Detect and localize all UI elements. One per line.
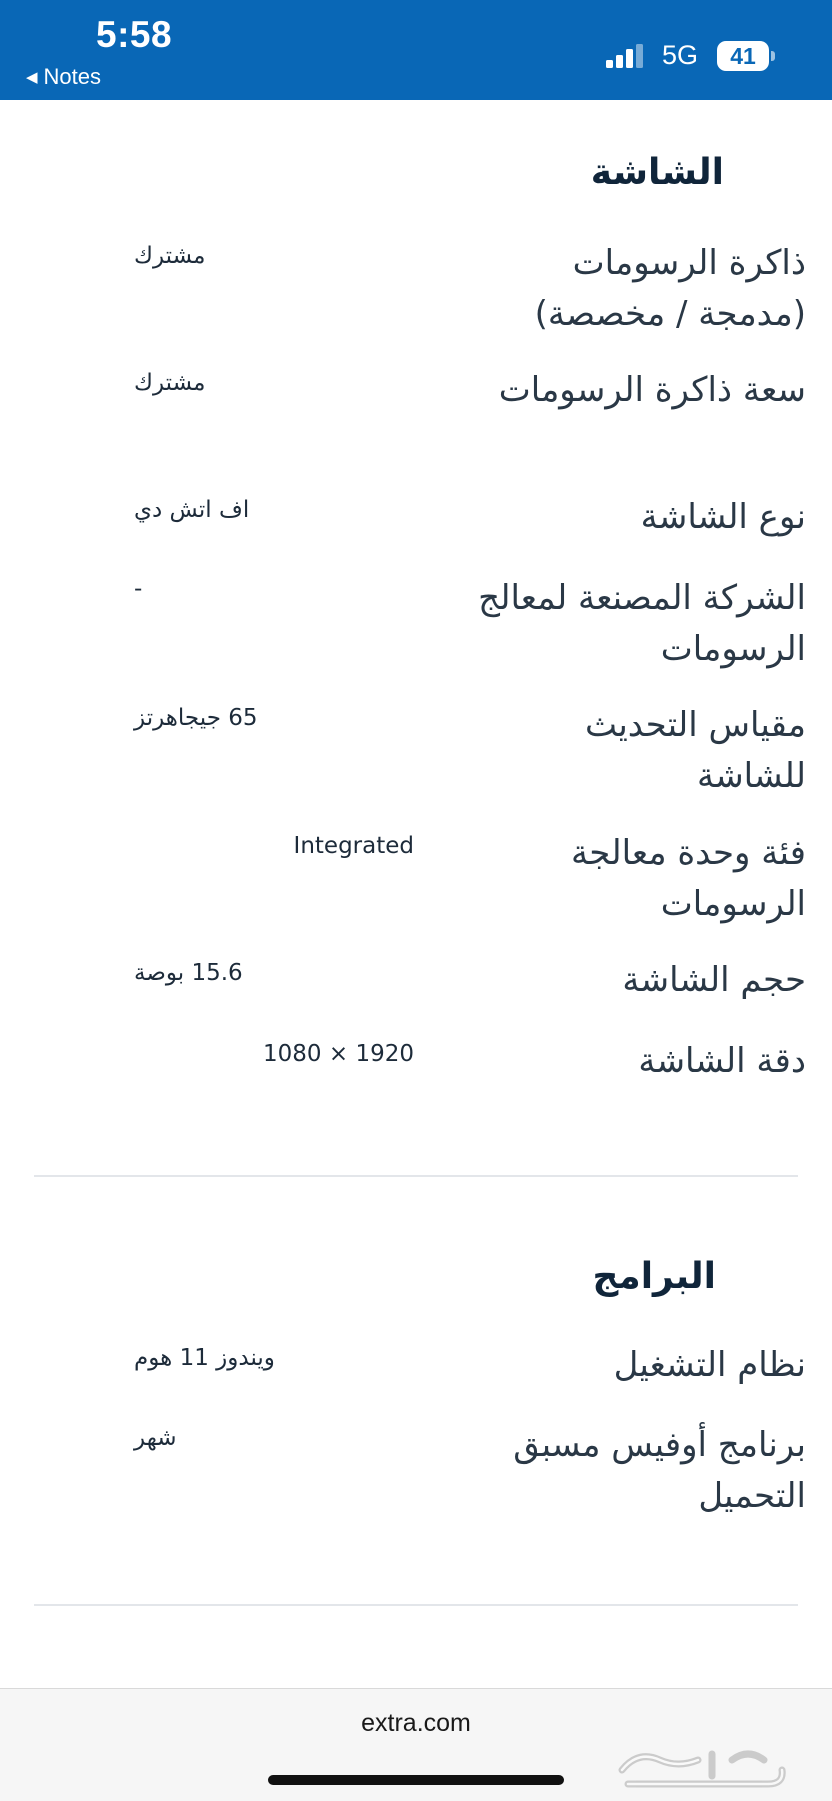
home-indicator[interactable] <box>268 1775 564 1785</box>
spec-label: ذاكرة الرسومات (مدمجة / مخصصة) <box>534 243 806 334</box>
spec-value: 15.6 بوصة <box>134 960 243 986</box>
spec-label: نوع الشاشة <box>640 497 806 537</box>
spec-value: Integrated <box>293 833 414 859</box>
spec-value: مشترك <box>134 370 206 396</box>
spec-label: نظام التشغيل <box>613 1345 806 1385</box>
haraj-watermark-logo <box>618 1750 786 1788</box>
status-time: 5:58 <box>96 14 173 55</box>
spec-label: مقياس التحديث للشاشة <box>584 705 806 796</box>
section-divider <box>34 1604 798 1606</box>
battery-icon: 41 <box>717 41 775 71</box>
spec-value: 65 جيجاهرتز <box>134 705 258 731</box>
section-title-display: الشاشة <box>590 152 724 193</box>
battery-cap <box>771 51 775 61</box>
spec-label: الشركة المصنعة لمعالج الرسومات <box>478 578 806 669</box>
cellular-signal-icon <box>606 44 643 68</box>
spec-value: اف اتش دي <box>134 497 250 523</box>
section-divider <box>34 1175 798 1177</box>
back-triangle-icon: ◀ <box>26 69 38 86</box>
spec-value: - <box>134 576 143 602</box>
spec-value: مشترك <box>134 243 206 269</box>
section-title-software: البرامج <box>592 1256 716 1297</box>
spec-value: 1080 × 1920 <box>263 1041 414 1067</box>
spec-label: دقة الشاشة <box>638 1041 806 1081</box>
back-link-label: Notes <box>43 64 102 89</box>
battery-level: 41 <box>717 41 769 71</box>
spec-label: برنامج أوفيس مسبق التحميل <box>513 1425 806 1516</box>
spec-label: فئة وحدة معالجة الرسومات <box>571 833 806 924</box>
status-bar: 5:58 ◀ Notes 5G 41 <box>0 0 832 100</box>
back-to-notes-link[interactable]: ◀ Notes <box>26 64 101 90</box>
spec-label: حجم الشاشة <box>622 960 806 1000</box>
network-type-label: 5G <box>662 40 699 70</box>
spec-value: شهر <box>134 1425 177 1451</box>
spec-value: ويندوز 11 هوم <box>134 1345 275 1371</box>
spec-label: سعة ذاكرة الرسومات <box>498 370 806 410</box>
